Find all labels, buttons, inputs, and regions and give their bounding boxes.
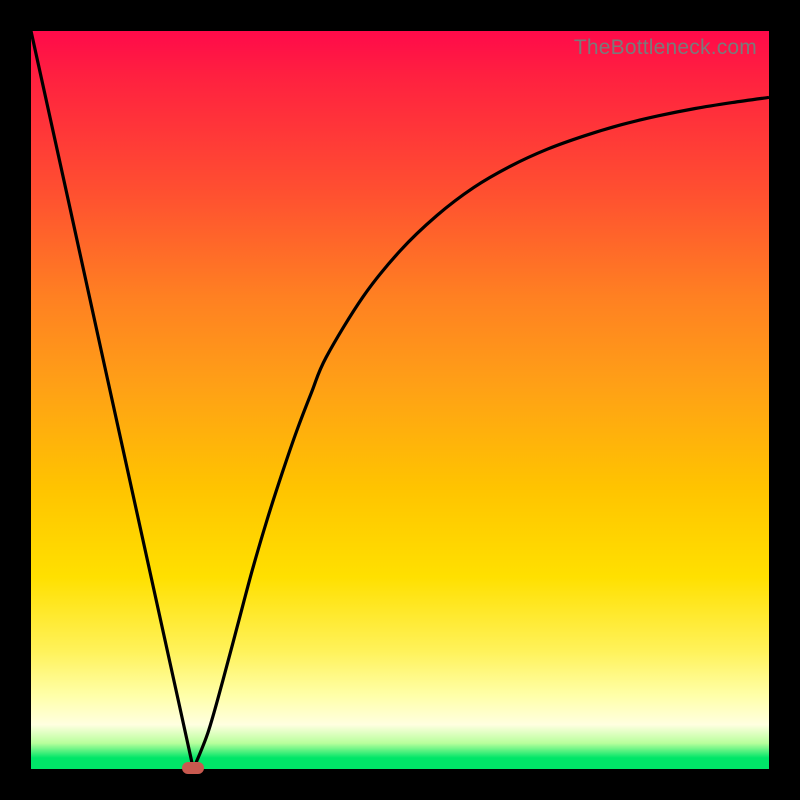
curve-path xyxy=(31,31,769,769)
minimum-marker xyxy=(182,762,204,774)
plot-area: TheBottleneck.com xyxy=(31,31,769,769)
bottleneck-curve xyxy=(31,31,769,769)
chart-frame: TheBottleneck.com xyxy=(0,0,800,800)
watermark-text: TheBottleneck.com xyxy=(574,36,757,60)
